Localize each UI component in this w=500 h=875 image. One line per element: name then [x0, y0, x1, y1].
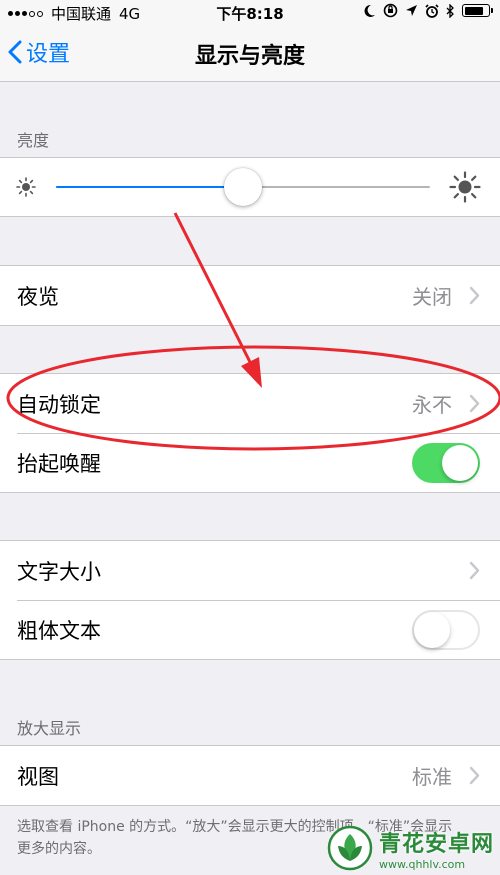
chevron-right-icon [469, 394, 480, 413]
watermark-name: 青花安卓网 [378, 831, 494, 857]
brightness-slider-fill [56, 186, 243, 188]
watermark-url: www.qhhlv.com [378, 857, 466, 871]
text-group: 文字大小 粗体文本 [0, 540, 500, 660]
moon-icon [364, 4, 375, 17]
brightness-slider-thumb[interactable] [224, 168, 262, 206]
status-right [363, 3, 493, 18]
night-shift-value: 关闭 [412, 285, 452, 309]
raise-to-wake-row: 抬起唤醒 [0, 433, 500, 492]
auto-lock-value: 永不 [412, 393, 452, 417]
toggle-knob [414, 612, 450, 648]
view-value: 标准 [412, 765, 452, 789]
chevron-right-icon [469, 286, 480, 305]
navigation-bar: 设置 显示与亮度 [0, 24, 500, 82]
chevron-right-icon [469, 766, 480, 785]
watermark-text: 青花安卓网 www.qhhlv.com [379, 826, 494, 871]
location-icon [406, 5, 417, 16]
status-bar: 中国联通 4G 下午8:18 [0, 0, 500, 24]
view-row[interactable]: 视图 标准 [0, 746, 500, 805]
sun-small-icon [16, 177, 36, 197]
rotation-lock-icon [383, 3, 398, 18]
battery-icon [462, 4, 493, 17]
night-shift-label: 夜览 [17, 284, 59, 309]
bold-text-label: 粗体文本 [17, 618, 101, 643]
brightness-slider-row [0, 158, 500, 216]
text-size-row[interactable]: 文字大小 [0, 541, 500, 600]
auto-lock-label: 自动锁定 [17, 392, 101, 417]
zoom-section-header: 放大显示 [17, 719, 82, 738]
watermark-logo-icon [327, 825, 373, 871]
brightness-group [0, 157, 500, 217]
alarm-icon [425, 3, 439, 18]
sun-large-icon [449, 171, 481, 203]
chevron-right-icon [469, 561, 480, 580]
toggle-knob [442, 445, 478, 481]
auto-lock-row[interactable]: 自动锁定 永不 [0, 374, 500, 433]
bluetooth-icon [446, 3, 454, 18]
night-shift-row[interactable]: 夜览 关闭 [0, 266, 500, 325]
text-size-label: 文字大小 [17, 559, 101, 584]
raise-to-wake-toggle[interactable] [412, 443, 480, 483]
page-title: 显示与亮度 [194, 44, 305, 69]
view-label: 视图 [17, 764, 59, 789]
bold-text-row: 粗体文本 [0, 600, 500, 659]
night-shift-group: 夜览 关闭 [0, 265, 500, 326]
raise-to-wake-label: 抬起唤醒 [17, 451, 101, 476]
brightness-section-header: 亮度 [17, 131, 50, 150]
zoom-group: 视图 标准 [0, 745, 500, 806]
lock-wake-group: 自动锁定 永不 抬起唤醒 [0, 373, 500, 493]
bold-text-toggle[interactable] [412, 610, 480, 650]
watermark: 青花安卓网 www.qhhlv.com [327, 825, 494, 871]
